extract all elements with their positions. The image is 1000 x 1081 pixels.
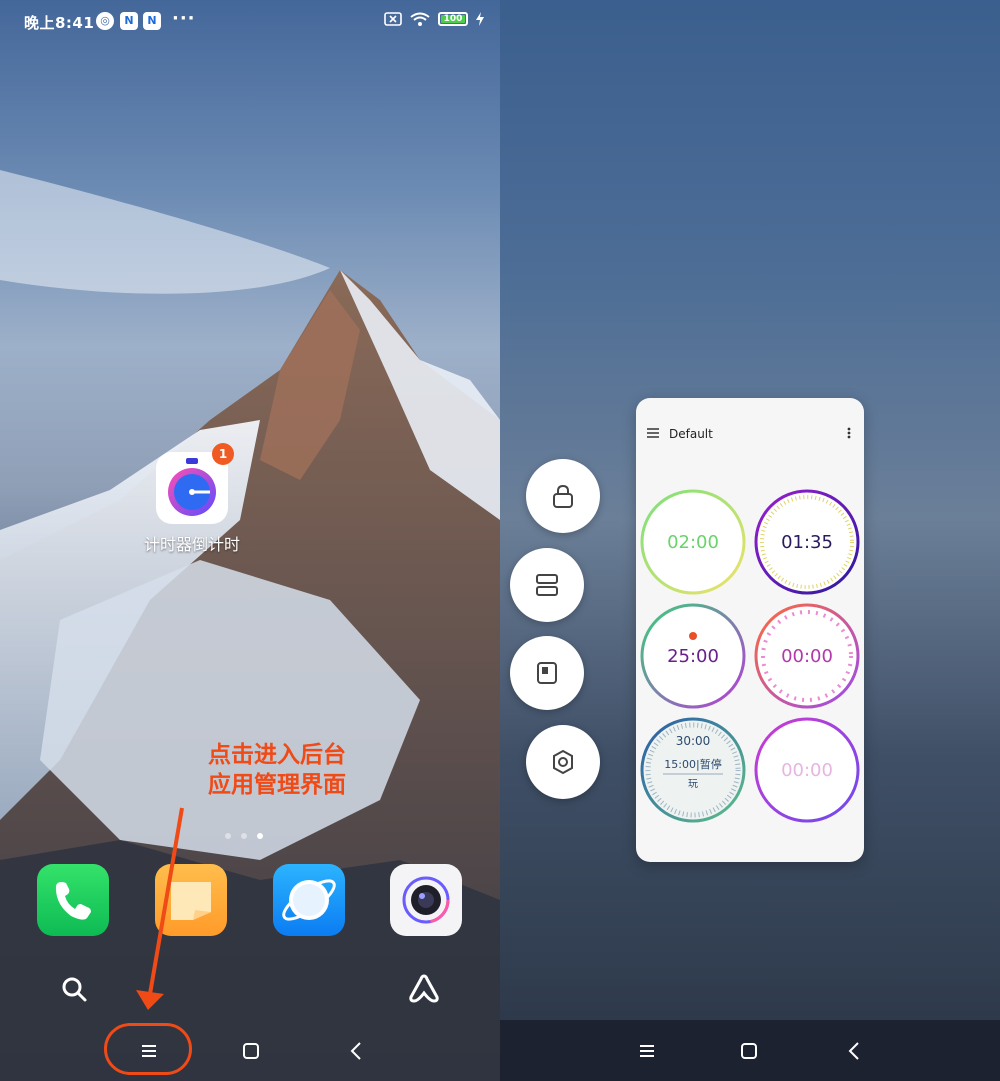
annotation-line-1: 点击进入后台 bbox=[208, 742, 346, 768]
lock-icon bbox=[553, 484, 573, 508]
timer-5-text: 30:00 bbox=[675, 734, 711, 748]
split-screen-button[interactable] bbox=[510, 548, 584, 622]
timer-grid bbox=[640, 489, 860, 823]
app-settings-button[interactable] bbox=[526, 725, 600, 799]
timer-6-text: 00:00 bbox=[781, 760, 833, 781]
timer-5-sub3: 玩 bbox=[688, 779, 698, 790]
annotation-line-2: 应用管理界面 bbox=[208, 772, 346, 798]
recents-screen: Default 02:00 01:35 25:00 00:00 30:00 15… bbox=[500, 0, 1000, 1081]
annotation-text: 点击进入后台 应用管理界面 bbox=[208, 740, 346, 800]
timer-3-text: 25:00 bbox=[667, 646, 719, 667]
settings-icon bbox=[553, 749, 573, 775]
home-button-right[interactable] bbox=[736, 1038, 762, 1064]
recent-apps-button-right[interactable] bbox=[634, 1038, 660, 1064]
floating-window-icon bbox=[537, 662, 557, 684]
home-screen: 晚上8:41 ◎ N N ··· 100 1 计时器倒计时 点击进入后台 应用管… bbox=[0, 0, 500, 1081]
tomato-icon bbox=[689, 632, 697, 640]
timer-4-text: 00:00 bbox=[781, 646, 833, 667]
annotation-arrow bbox=[136, 807, 184, 1010]
back-button-right[interactable] bbox=[842, 1038, 868, 1064]
timer-2-text: 01:35 bbox=[781, 532, 833, 553]
timer-5-pause: 暂停 bbox=[699, 758, 722, 771]
lock-app-button[interactable] bbox=[526, 459, 600, 533]
app-preview-card[interactable]: Default 02:00 01:35 25:00 00:00 30:00 15… bbox=[636, 398, 864, 862]
split-screen-icon bbox=[536, 574, 558, 596]
timer-5-sub-time: 15:00 bbox=[664, 758, 696, 771]
timer-5-sub: 15:00|暂停 bbox=[664, 758, 722, 771]
timer-1-text: 02:00 bbox=[667, 532, 719, 553]
floating-window-button[interactable] bbox=[510, 636, 584, 710]
